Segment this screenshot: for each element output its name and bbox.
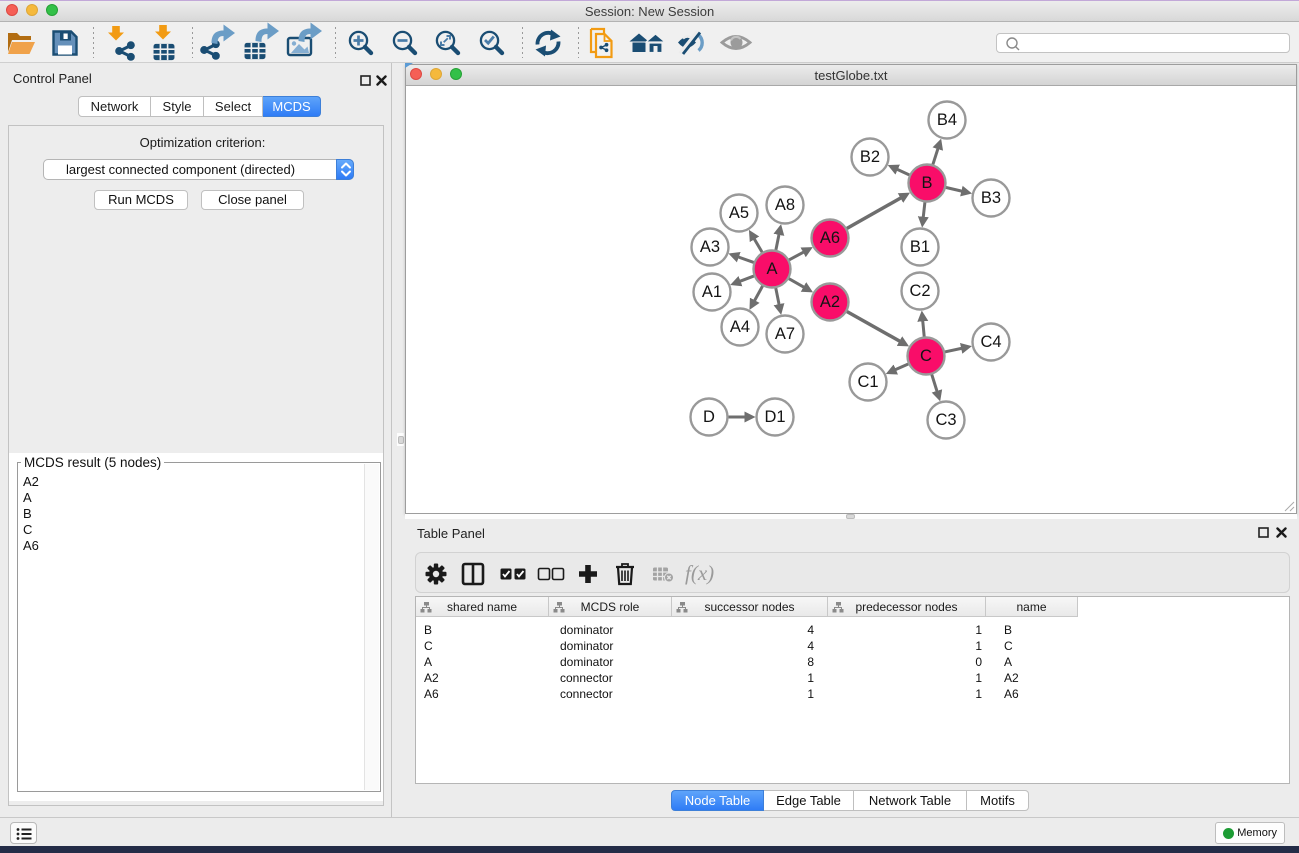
svg-text:C3: C3 (935, 411, 956, 429)
svg-text:A3: A3 (700, 238, 720, 256)
svg-text:A5: A5 (729, 204, 749, 222)
svg-text:D: D (703, 408, 715, 426)
svg-text:D1: D1 (764, 408, 785, 426)
svg-text:A7: A7 (775, 325, 795, 343)
svg-text:C4: C4 (980, 333, 1001, 351)
svg-text:A6: A6 (820, 229, 840, 247)
svg-text:A2: A2 (820, 293, 840, 311)
svg-text:B3: B3 (981, 189, 1001, 207)
svg-text:C2: C2 (909, 282, 930, 300)
svg-text:A8: A8 (775, 196, 795, 214)
svg-text:C1: C1 (857, 373, 878, 391)
svg-text:A: A (766, 260, 777, 278)
svg-text:B4: B4 (937, 111, 957, 129)
svg-text:B: B (921, 174, 932, 192)
svg-text:C: C (920, 347, 932, 365)
svg-text:A1: A1 (702, 283, 722, 301)
svg-text:A4: A4 (730, 318, 750, 336)
svg-text:B2: B2 (860, 148, 880, 166)
svg-text:B1: B1 (910, 238, 930, 256)
